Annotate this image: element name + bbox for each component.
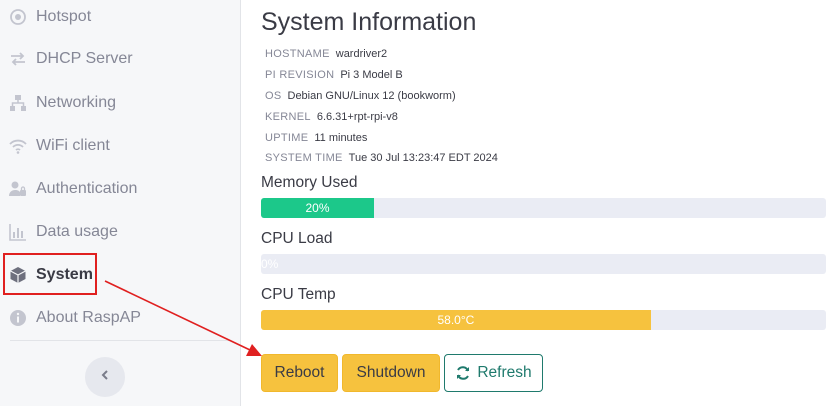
- sidebar-toggle-button[interactable]: [85, 357, 125, 397]
- memory-progress-bar: 20%: [261, 198, 826, 218]
- info-value: 11 minutes: [314, 131, 368, 144]
- chart-bar-icon: [9, 223, 27, 241]
- refresh-button-label: Refresh: [477, 364, 532, 381]
- sidebar: Hotspot DHCP Server Networking WiFi clie…: [0, 0, 241, 406]
- main-content: System Information HOSTNAME wardriver2 P…: [261, 0, 827, 406]
- info-row-pi-revision: PI REVISION Pi 3 Model B: [265, 65, 498, 86]
- cpu-load-progress-bar: 0%: [261, 254, 826, 274]
- cpu-load-label: CPU Load: [261, 230, 333, 247]
- info-row-os: OS Debian GNU/Linux 12 (bookworm): [265, 86, 498, 107]
- cpu-temp-label: CPU Temp: [261, 286, 336, 303]
- memory-used-label: Memory Used: [261, 174, 358, 191]
- reboot-button[interactable]: Reboot: [261, 354, 338, 392]
- chevron-left-icon: [99, 368, 111, 386]
- system-info-table: HOSTNAME wardriver2 PI REVISION Pi 3 Mod…: [265, 44, 498, 169]
- sidebar-item-label: Hotspot: [36, 8, 92, 25]
- hotspot-icon: [9, 8, 27, 26]
- sidebar-item-dhcp-server[interactable]: DHCP Server: [0, 39, 240, 79]
- memory-progress-fill: 20%: [261, 198, 374, 218]
- page-title: System Information: [261, 8, 477, 36]
- info-value: Pi 3 Model B: [340, 69, 403, 82]
- info-icon: [9, 309, 27, 327]
- sidebar-item-about[interactable]: About RaspAP: [0, 298, 240, 338]
- info-value: 6.6.31+rpt-rpi-v8: [316, 110, 398, 123]
- info-key: UPTIME: [265, 131, 309, 144]
- sidebar-item-wifi-client[interactable]: WiFi client: [0, 126, 240, 166]
- info-value: wardriver2: [335, 48, 388, 61]
- sidebar-item-hotspot[interactable]: Hotspot: [0, 0, 240, 37]
- shutdown-button[interactable]: Shutdown: [342, 354, 440, 392]
- info-key: KERNEL: [265, 110, 311, 123]
- cpu-temp-progress-fill: 58.0°C: [261, 310, 651, 330]
- network-icon: [9, 94, 27, 112]
- refresh-icon: [455, 365, 471, 381]
- cpu-temp-progress-bar: 58.0°C: [261, 310, 826, 330]
- refresh-button[interactable]: Refresh: [444, 354, 543, 392]
- exchange-icon: [9, 50, 27, 68]
- sidebar-item-label: Authentication: [36, 180, 138, 197]
- sidebar-item-label: DHCP Server: [36, 50, 133, 67]
- info-key: HOSTNAME: [265, 48, 330, 61]
- sidebar-item-data-usage[interactable]: Data usage: [0, 212, 240, 252]
- info-row-hostname: HOSTNAME wardriver2: [265, 44, 498, 65]
- info-value: Tue 30 Jul 13:23:47 EDT 2024: [348, 152, 498, 165]
- info-value: Debian GNU/Linux 12 (bookworm): [287, 89, 456, 102]
- sidebar-item-authentication[interactable]: Authentication: [0, 169, 240, 209]
- cpu-load-progress-fill: 0%: [261, 257, 279, 271]
- info-row-kernel: KERNEL 6.6.31+rpt-rpi-v8: [265, 106, 498, 127]
- sidebar-item-label: About RaspAP: [36, 309, 141, 326]
- user-lock-icon: [9, 180, 27, 198]
- info-key: PI REVISION: [265, 69, 335, 82]
- cube-icon: [9, 266, 27, 284]
- info-key: OS: [265, 89, 282, 102]
- sidebar-item-system[interactable]: System: [0, 255, 240, 295]
- info-row-system-time: SYSTEM TIME Tue 30 Jul 13:23:47 EDT 2024: [265, 148, 498, 169]
- sidebar-item-label: Data usage: [36, 223, 118, 240]
- wifi-icon: [9, 137, 27, 155]
- sidebar-divider: [10, 340, 230, 341]
- sidebar-item-label: System: [36, 266, 93, 283]
- info-row-uptime: UPTIME 11 minutes: [265, 127, 498, 148]
- sidebar-item-label: Networking: [36, 94, 117, 111]
- sidebar-item-label: WiFi client: [36, 137, 110, 154]
- sidebar-item-networking[interactable]: Networking: [0, 83, 240, 123]
- info-key: SYSTEM TIME: [265, 152, 343, 165]
